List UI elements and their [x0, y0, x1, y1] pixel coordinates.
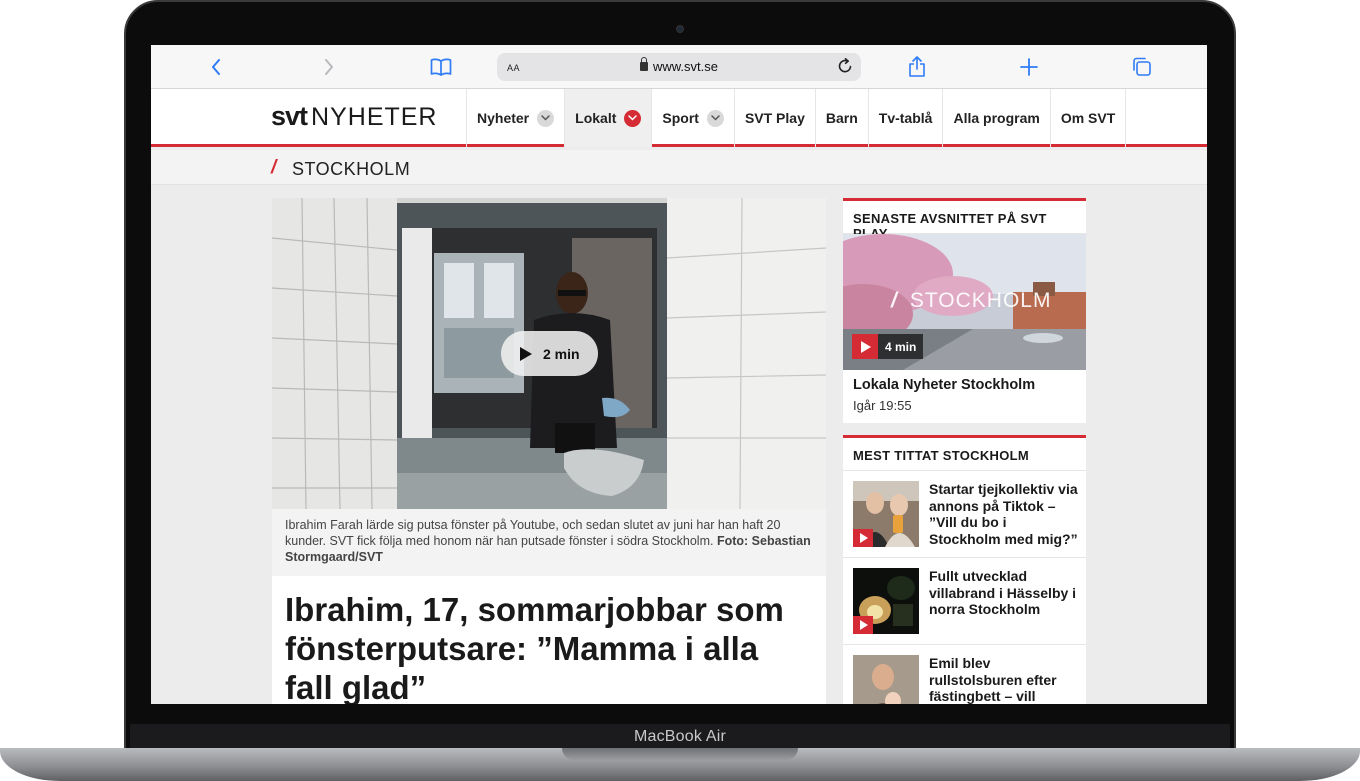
- article-video[interactable]: 2 min: [272, 198, 826, 509]
- video-play-button[interactable]: 2 min: [501, 331, 598, 376]
- duration-badge: 4 min: [852, 334, 924, 359]
- device-brand-label: MacBook Air: [633, 728, 726, 745]
- screen: AA www.svt.se svt NYHETER Nyheter Lokalt…: [151, 45, 1207, 704]
- nav-item-om-svt[interactable]: Om SVT: [1049, 89, 1127, 147]
- list-item-thumbnail: [853, 568, 919, 634]
- url-text: www.svt.se: [652, 59, 718, 74]
- nav-item-lokalt[interactable]: Lokalt: [564, 89, 652, 147]
- play-icon: [853, 529, 873, 547]
- lock-icon: [639, 57, 648, 71]
- image-caption: Ibrahim Farah lärde sig putsa fönster på…: [272, 509, 826, 576]
- list-item[interactable]: Fullt utvecklad villabrand i Hässelby i …: [843, 558, 1086, 645]
- region-slash: /: [271, 157, 277, 178]
- nav-item-tv-tabla[interactable]: Tv-tablå: [867, 89, 943, 147]
- share-icon[interactable]: [905, 55, 929, 79]
- episode-title[interactable]: Lokala Nyheter Stockholm: [843, 370, 1086, 393]
- nav-item-alla-program[interactable]: Alla program: [942, 89, 1049, 147]
- main-article: 2 min Ibrahim Farah lärde sig putsa föns…: [272, 198, 826, 704]
- chevron-down-icon[interactable]: [624, 109, 642, 127]
- latest-episode-box: SENASTE AVSNITTET PÅ SVT PLAY / STOCKHOLM: [843, 198, 1086, 423]
- region-title[interactable]: STOCKHOLM: [292, 159, 410, 180]
- thumbnail-title: STOCKHOLM: [909, 289, 1052, 312]
- play-icon: [853, 616, 873, 634]
- list-item[interactable]: Startar tjejkollektiv via annons på Tikt…: [843, 471, 1086, 558]
- latest-episode-thumbnail[interactable]: / STOCKHOLM 4 min: [843, 234, 1086, 370]
- nav-item-nyheter[interactable]: Nyheter: [466, 89, 564, 147]
- browser-toolbar: AA www.svt.se: [151, 45, 1207, 89]
- list-item-thumbnail: [853, 655, 919, 704]
- nav-item-sport[interactable]: Sport: [651, 89, 734, 147]
- tabs-overview-icon[interactable]: [1130, 55, 1154, 79]
- chevron-down-icon[interactable]: [706, 109, 724, 127]
- episode-time: Igår 19:55: [853, 398, 912, 413]
- forward-icon[interactable]: [317, 55, 341, 79]
- svt-nyheter-logo[interactable]: svt NYHETER: [271, 101, 438, 132]
- list-item-thumbnail: [853, 481, 919, 547]
- reload-icon[interactable]: [837, 58, 853, 74]
- most-viewed-title: MEST TITTAT STOCKHOLM: [843, 438, 1086, 471]
- latest-episode-title: SENASTE AVSNITTET PÅ SVT PLAY: [843, 201, 1086, 241]
- nav-item-svt-play[interactable]: SVT Play: [733, 89, 815, 147]
- list-item[interactable]: Emil blev rullstolsburen efter fästingbe…: [843, 645, 1086, 704]
- back-icon[interactable]: [204, 55, 228, 79]
- site-header: svt NYHETER Nyheter Lokalt Sport SVT Play…: [151, 89, 1207, 147]
- play-icon: [520, 346, 532, 361]
- play-icon: [852, 334, 878, 359]
- new-tab-icon[interactable]: [1017, 55, 1041, 79]
- address-bar[interactable]: AA www.svt.se: [497, 53, 861, 81]
- bookmarks-icon[interactable]: [429, 55, 453, 79]
- most-viewed-box: MEST TITTAT STOCKHOLM Startar tjejkollek…: [843, 435, 1086, 704]
- chevron-down-icon[interactable]: [537, 109, 555, 127]
- nav-item-barn[interactable]: Barn: [814, 89, 868, 147]
- laptop-frame: MacBook Air AA www.svt.se svt NYHETER Ny…: [0, 0, 1360, 781]
- article-headline[interactable]: Ibrahim, 17, sommarjobbar som fönsterput…: [285, 590, 805, 704]
- camera-icon: [676, 25, 684, 33]
- video-duration: 2 min: [543, 345, 580, 362]
- caption-text: Ibrahim Farah lärde sig putsa fönster på…: [285, 518, 781, 548]
- laptop-notch: [562, 748, 798, 760]
- main-nav: Nyheter Lokalt Sport SVT Play Barn Tv-ta…: [466, 89, 1127, 147]
- region-bar: / STOCKHOLM: [151, 150, 1207, 185]
